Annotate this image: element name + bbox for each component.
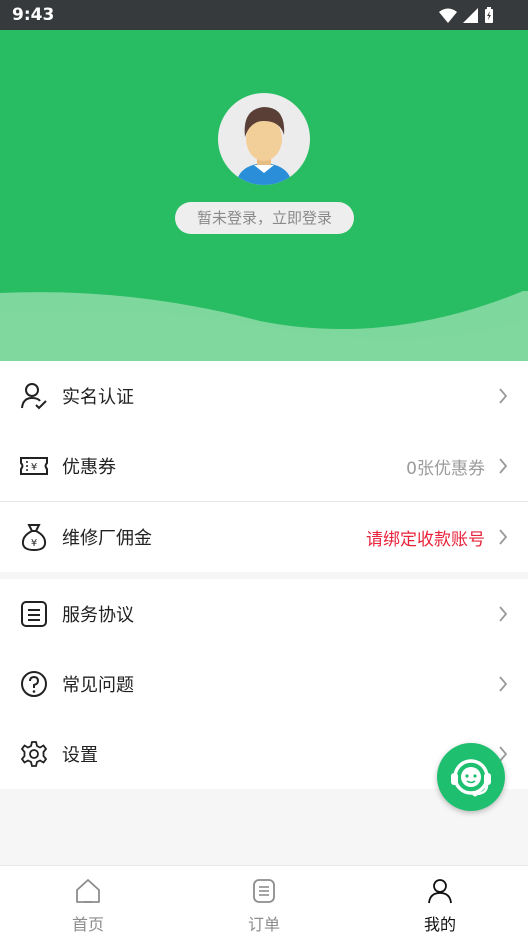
profile-header: 暂未登录，立即登录 — [0, 30, 528, 361]
chevron-right-icon — [499, 529, 508, 545]
menu-label: 常见问题 — [62, 675, 134, 696]
menu-label: 服务协议 — [62, 605, 134, 626]
chevron-right-icon — [499, 458, 508, 474]
svg-text:¥: ¥ — [31, 462, 37, 473]
bottom-tab-bar: 首页 订单 我的 — [0, 865, 528, 940]
menu-label: 实名认证 — [62, 387, 134, 408]
status-bar: 9:43 — [0, 0, 528, 30]
home-icon — [76, 879, 100, 903]
tab-orders[interactable]: 订单 — [176, 866, 352, 940]
menu-group-account: 实名认证 ¥ 优惠券 0张优惠券 ¥ 维修厂佣金 请绑定收款账号 — [0, 361, 528, 572]
default-avatar-icon — [236, 107, 292, 185]
menu-label: 设置 — [62, 745, 98, 766]
avatar[interactable] — [218, 93, 310, 185]
coupon-count: 0张优惠券 — [406, 458, 485, 479]
tab-label: 首页 — [71, 915, 104, 934]
wifi-icon — [439, 8, 457, 23]
menu-row-faq[interactable]: 常见问题 — [0, 649, 528, 719]
login-button[interactable]: 暂未登录，立即登录 — [175, 202, 354, 234]
header-wave — [0, 291, 528, 361]
chevron-right-icon — [499, 606, 508, 622]
menu-label: 维修厂佣金 — [62, 528, 152, 549]
chevron-right-icon — [499, 676, 508, 692]
question-icon — [21, 671, 47, 697]
ticket-icon: ¥ — [20, 457, 48, 475]
money-bag-icon: ¥ — [21, 524, 47, 551]
svg-text:¥: ¥ — [31, 538, 37, 549]
menu-row-coupons[interactable]: ¥ 优惠券 0张优惠券 — [0, 431, 528, 501]
person-icon — [428, 879, 452, 904]
signal-icon — [463, 7, 478, 23]
menu-row-service-agreement[interactable]: 服务协议 — [0, 579, 528, 649]
battery-icon — [485, 7, 493, 23]
tab-label: 订单 — [247, 915, 280, 934]
tab-home[interactable]: 首页 — [0, 866, 176, 940]
bind-account-prompt: 请绑定收款账号 — [366, 529, 485, 550]
order-icon — [253, 879, 275, 903]
gear-icon — [20, 741, 48, 767]
status-time: 9:43 — [12, 5, 55, 25]
status-icons — [439, 7, 494, 23]
customer-service-button[interactable] — [437, 743, 505, 811]
headset-icon — [451, 759, 491, 797]
menu-label: 优惠券 — [62, 457, 116, 478]
menu-row-real-name[interactable]: 实名认证 — [0, 361, 528, 431]
tab-mine[interactable]: 我的 — [352, 866, 528, 940]
menu-row-commission[interactable]: ¥ 维修厂佣金 请绑定收款账号 — [0, 502, 528, 572]
tab-label: 我的 — [423, 915, 456, 934]
user-verify-icon — [21, 383, 47, 410]
document-icon — [21, 601, 47, 627]
chevron-right-icon — [499, 388, 508, 404]
